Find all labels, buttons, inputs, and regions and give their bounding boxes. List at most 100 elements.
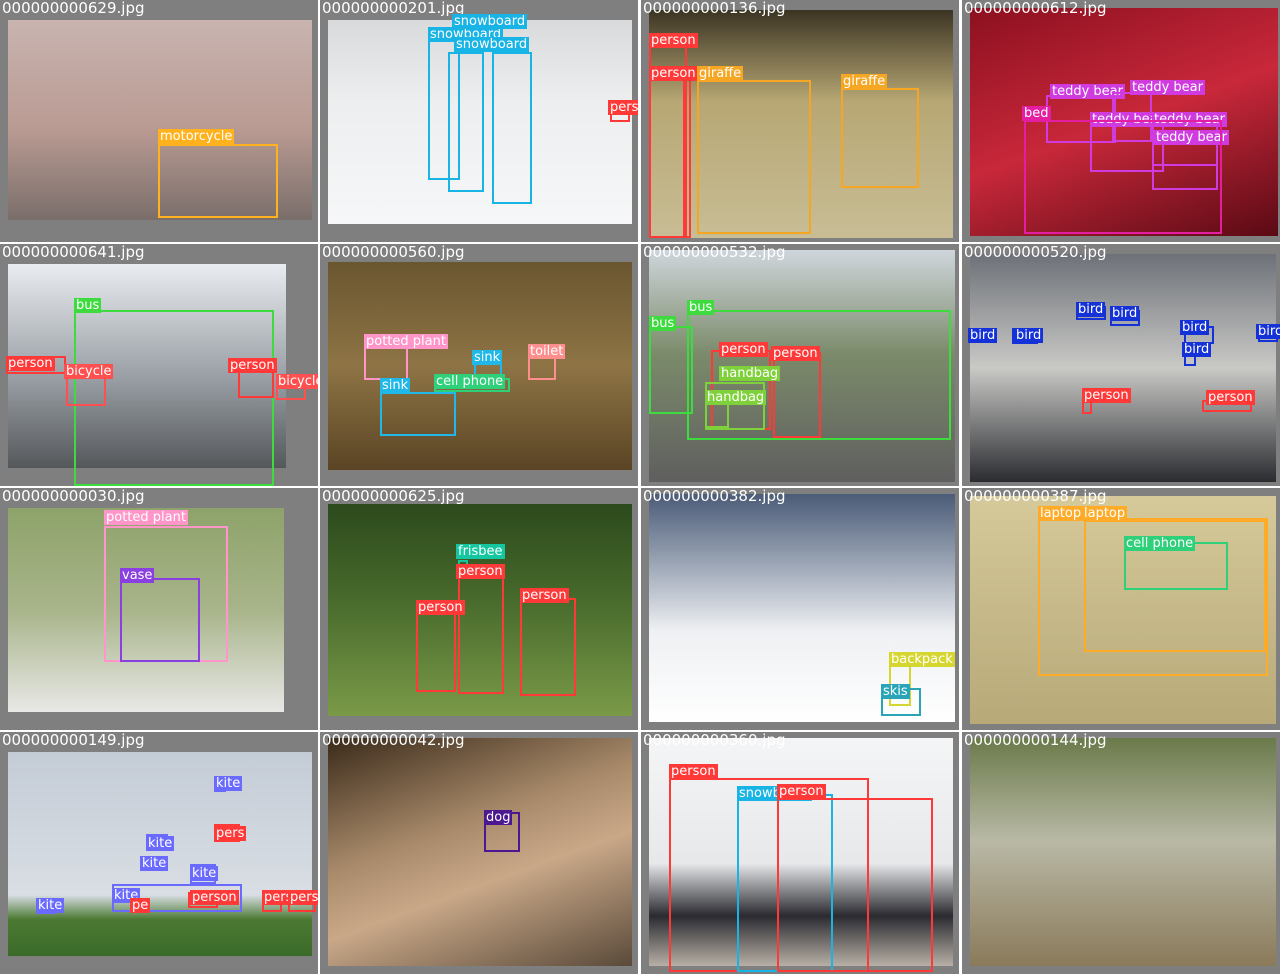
image-tile: 000000000629.jpg motorcycle — [0, 0, 318, 242]
detection-label: pe — [130, 898, 151, 913]
detection-label: bird — [1110, 306, 1140, 321]
bounding-box — [158, 144, 278, 218]
image-tile: 000000000382.jpg backpack skis — [641, 488, 959, 730]
detection-label: snowboard — [452, 14, 528, 29]
detection-label: person — [719, 342, 768, 357]
bounding-box — [1024, 120, 1222, 234]
photo — [328, 738, 632, 966]
detection-label: pers — [608, 100, 638, 115]
image-tile: 000000000136.jpg person person giraffe giraf… — [641, 0, 959, 242]
detection-label: potted plant — [364, 334, 448, 349]
image-tile: 000000000042.jpg dog — [320, 732, 638, 974]
detection-label: frisbee — [456, 544, 505, 559]
detection-label: pers — [214, 826, 247, 841]
image-filename: 000000000136.jpg — [643, 0, 786, 17]
image-tile: 000000000641.jpg bus person bicycle person bi… — [0, 244, 318, 486]
detection-label: sink — [380, 378, 411, 393]
detection-label: person — [771, 346, 820, 361]
detection-label: handbag — [719, 366, 781, 381]
image-filename: 000000000520.jpg — [964, 244, 1107, 261]
detection-label: bicycle — [276, 374, 318, 389]
detection-label: laptop — [1038, 506, 1084, 521]
detection-label: giraffe — [841, 74, 888, 89]
bounding-box — [380, 392, 456, 436]
detection-label: laptop — [1082, 506, 1128, 521]
detection-label: person — [649, 33, 698, 48]
detection-label: person — [520, 588, 569, 603]
image-tile: 000000000625.jpg frisbee person person perso… — [320, 488, 638, 730]
image-filename: 000000000360.jpg — [643, 732, 786, 749]
detection-label: person — [416, 600, 465, 615]
bounding-box — [416, 608, 456, 692]
image-tile: 000000000387.jpg laptop laptop cell phone — [962, 488, 1280, 730]
detection-label: person — [190, 890, 239, 905]
detection-label: giraffe — [697, 66, 744, 81]
image-filename: 000000000560.jpg — [322, 244, 465, 261]
photo — [970, 254, 1276, 482]
detection-label: bird — [1180, 320, 1210, 335]
image-tile: 000000000532.jpg bus bus person person handba… — [641, 244, 959, 486]
detection-label: backpack — [889, 652, 955, 667]
image-tile: 000000000520.jpg bird bird bird bird bird bird… — [962, 244, 1280, 486]
detection-label: bicycle — [64, 364, 114, 379]
detection-label: person — [288, 890, 318, 905]
detection-label: motorcycle — [158, 129, 235, 144]
detection-label: bus — [687, 300, 715, 315]
detection-label: vase — [120, 568, 155, 583]
photo — [970, 738, 1276, 966]
detection-label: person — [456, 564, 505, 579]
bounding-box — [773, 352, 821, 438]
detection-label: kite — [190, 866, 219, 881]
bounding-box — [697, 80, 811, 234]
detection-label: person — [777, 784, 826, 799]
detection-label: kite — [214, 776, 243, 791]
bounding-box — [120, 578, 200, 662]
detection-label: snowboard — [454, 37, 530, 52]
detection-label: toilet — [528, 344, 566, 359]
detection-label: bus — [649, 316, 677, 331]
image-filename: 000000000612.jpg — [964, 0, 1107, 17]
detection-label: bird — [968, 328, 998, 343]
detection-label: teddy bear — [1130, 80, 1205, 95]
bounding-box — [777, 798, 933, 972]
bounding-box — [492, 52, 532, 204]
image-filename: 000000000641.jpg — [2, 244, 145, 261]
detection-label: bus — [74, 298, 102, 313]
detection-label: person — [669, 764, 718, 779]
bounding-box — [364, 344, 408, 380]
image-tile: 000000000560.jpg potted plant sink toilet si… — [320, 244, 638, 486]
detection-label: handbag — [705, 390, 767, 405]
image-filename: 000000000149.jpg — [2, 732, 145, 749]
image-tile: 000000000612.jpg teddy bear teddy bear tedd… — [962, 0, 1280, 242]
bounding-box — [841, 88, 919, 188]
bounding-box — [683, 78, 691, 238]
detection-label: potted plant — [104, 510, 188, 525]
detection-label: bird — [1014, 328, 1044, 343]
detection-label: sink — [472, 350, 503, 365]
bounding-box — [448, 52, 484, 192]
image-filename: 000000000625.jpg — [322, 488, 465, 505]
image-filename: 000000000387.jpg — [964, 488, 1107, 505]
image-filename: 000000000201.jpg — [322, 0, 465, 17]
detection-label: person — [1082, 388, 1131, 403]
detection-label: person — [1206, 390, 1255, 405]
image-filename: 000000000042.jpg — [322, 732, 465, 749]
detection-label: person — [649, 66, 698, 81]
detection-label: bird — [1182, 342, 1212, 357]
image-tile: 000000000201.jpg snowboard snowboard snowbo… — [320, 0, 638, 242]
bounding-box — [458, 568, 504, 694]
detection-label: dog — [484, 810, 513, 825]
photo — [8, 752, 312, 956]
image-tile: 000000000149.jpg kite kite kite kite kite kite… — [0, 732, 318, 974]
detection-label: kite — [140, 856, 169, 871]
detection-label: skis — [881, 684, 910, 699]
detection-label: kite — [36, 898, 65, 913]
image-tile: 000000000360.jpg person snowboard person — [641, 732, 959, 974]
detection-label: bird — [1076, 302, 1106, 317]
detection-label: cell phone — [434, 374, 506, 389]
detection-label: kite — [146, 836, 175, 851]
image-filename: 000000000382.jpg — [643, 488, 786, 505]
image-filename: 000000000629.jpg — [2, 0, 145, 17]
detection-label: bed — [1022, 106, 1051, 121]
bounding-box — [520, 598, 576, 696]
